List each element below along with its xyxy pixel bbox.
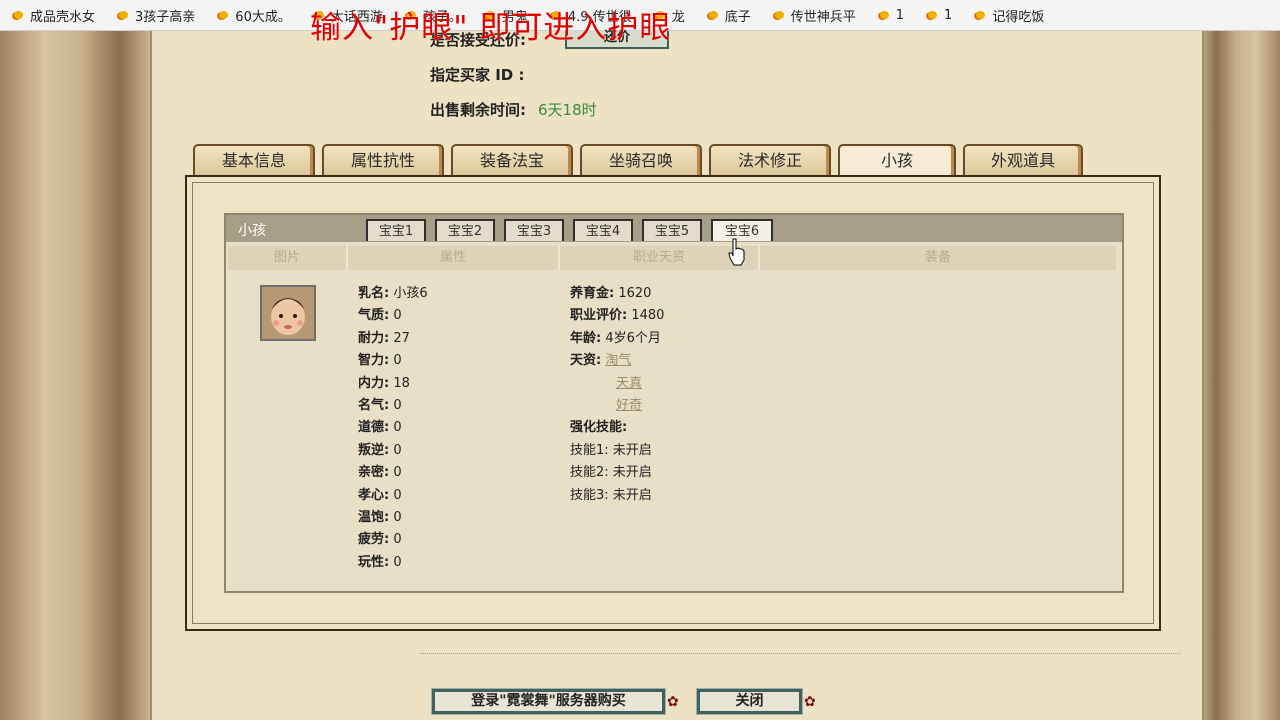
ribbon-icon: ✿ bbox=[804, 694, 816, 710]
column-attributes: 属性 bbox=[348, 246, 560, 270]
remaining-time-value: 6天18时 bbox=[538, 101, 597, 119]
child-career-list: 养育金: 1620 职业评价: 1480 年龄: 4岁6个月 天资: 淘气 天真… bbox=[570, 286, 665, 503]
bookmark-item[interactable]: 1 bbox=[914, 8, 962, 23]
tab-attributes[interactable]: 属性抗性 bbox=[322, 144, 444, 176]
attr-row: 温饱: 0 bbox=[358, 510, 402, 526]
bookmark-icon bbox=[773, 9, 787, 21]
bookmark-icon bbox=[926, 9, 940, 21]
ribbon-icon: ✿ bbox=[667, 694, 679, 710]
child-subtabs: 宝宝1 宝宝2 宝宝3 宝宝4 宝宝5 宝宝6 bbox=[366, 219, 782, 241]
attr-row: 叛逆: 0 bbox=[358, 442, 402, 458]
scroll-decoration-right bbox=[1200, 31, 1280, 720]
attr-row: 乳名: 小孩6 bbox=[358, 286, 428, 301]
bookmark-icon bbox=[117, 9, 131, 21]
attr-row: 名气: 0 bbox=[358, 398, 402, 414]
subtab-baby-3[interactable]: 宝宝3 bbox=[504, 219, 564, 241]
bookmark-icon bbox=[974, 9, 988, 21]
child-section-title: 小孩 bbox=[238, 223, 266, 239]
tab-spell-correction[interactable]: 法术修正 bbox=[709, 144, 831, 176]
talent-link[interactable]: 好奇 bbox=[616, 398, 642, 413]
attr-row: 气质: 0 bbox=[358, 308, 402, 324]
bookmark-item[interactable]: 1 bbox=[866, 8, 914, 23]
scroll-decoration-left bbox=[0, 31, 150, 720]
talent-link[interactable]: 淘气 bbox=[605, 353, 631, 368]
bookmark-item[interactable]: 传世神兵平 bbox=[761, 6, 866, 25]
subtab-baby-5[interactable]: 宝宝5 bbox=[642, 219, 702, 241]
remaining-time-row: 出售剩余时间: 6天18时 bbox=[430, 101, 597, 119]
login-buy-button[interactable]: 登录"霓裳舞"服务器购买 bbox=[431, 688, 666, 715]
attr-row: 疲劳: 0 bbox=[358, 532, 402, 548]
child-avatar bbox=[260, 285, 316, 341]
divider-line bbox=[420, 653, 1180, 654]
subtab-baby-2[interactable]: 宝宝2 bbox=[435, 219, 495, 241]
bookmark-icon bbox=[707, 9, 721, 21]
close-button[interactable]: 关闭 bbox=[696, 688, 803, 715]
tab-children[interactable]: 小孩 bbox=[838, 144, 956, 176]
attr-row: 智力: 0 bbox=[358, 353, 402, 369]
bookmark-item[interactable]: 3孩子高亲 bbox=[105, 6, 205, 25]
buyer-id-row: 指定买家 ID : bbox=[430, 66, 525, 84]
attr-row: 内力: 18 bbox=[358, 375, 410, 391]
bookmark-icon bbox=[217, 9, 231, 21]
bookmark-item[interactable]: 记得吃饭 bbox=[962, 6, 1054, 25]
subtab-baby-1[interactable]: 宝宝1 bbox=[366, 219, 426, 241]
main-tabs: 基本信息 属性抗性 装备法宝 坐骑召唤兽 法术修正 小孩 外观道具 bbox=[193, 144, 1090, 200]
bookmark-icon bbox=[878, 9, 892, 21]
attr-row: 孝心: 0 bbox=[358, 487, 402, 503]
eye-care-overlay-text: 输入"护眼" 即可进入护眼 bbox=[310, 10, 672, 46]
tab-appearance[interactable]: 外观道具 bbox=[963, 144, 1083, 176]
bookmark-item[interactable]: 底子 bbox=[695, 6, 761, 25]
attr-row: 耐力: 27 bbox=[358, 330, 410, 346]
tab-equipment[interactable]: 装备法宝 bbox=[451, 144, 573, 176]
child-attributes-list: 乳名: 小孩6 气质: 0 耐力: 27 智力: 0 内力: 18 名气: 0 … bbox=[358, 283, 428, 574]
attr-row: 道德: 0 bbox=[358, 420, 402, 436]
bookmark-item[interactable]: 成品壳水女 bbox=[0, 6, 105, 25]
attr-row: 玩性: 0 bbox=[358, 554, 402, 570]
talent-link[interactable]: 天真 bbox=[616, 376, 642, 391]
bookmark-icon bbox=[12, 9, 26, 21]
tab-basic-info[interactable]: 基本信息 bbox=[193, 144, 315, 176]
child-face-icon bbox=[262, 287, 314, 339]
hand-cursor-icon bbox=[728, 238, 745, 266]
bookmark-item[interactable]: 60大成。 bbox=[205, 6, 301, 25]
column-equipment: 装备 bbox=[760, 246, 1116, 270]
tab-mounts-pets[interactable]: 坐骑召唤兽 bbox=[580, 144, 702, 200]
column-image: 图片 bbox=[228, 246, 348, 270]
subtab-baby-4[interactable]: 宝宝4 bbox=[573, 219, 633, 241]
column-headers: 图片 属性 职业天资 装备 bbox=[228, 246, 1120, 270]
child-header: 小孩 宝宝1 宝宝2 宝宝3 宝宝4 宝宝5 宝宝6 bbox=[226, 215, 1122, 242]
attr-row: 亲密: 0 bbox=[358, 465, 402, 481]
